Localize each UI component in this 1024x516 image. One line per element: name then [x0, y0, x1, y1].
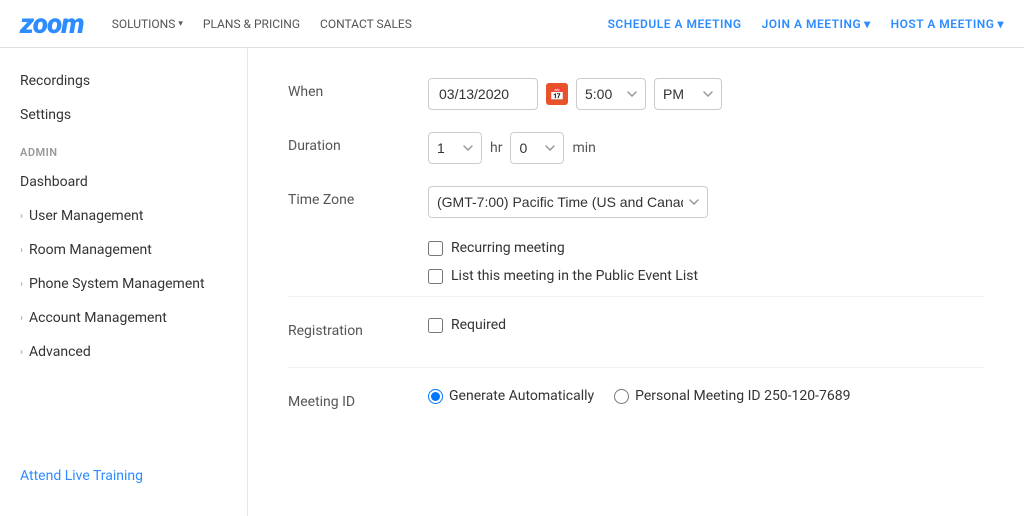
sidebar-bottom: Attend Live Training — [0, 452, 247, 500]
main-content: When 📅 5:00 AM PM Duration 1 hr — [248, 48, 1024, 516]
auto-generate-radio[interactable] — [428, 389, 443, 404]
sidebar-item-account-management[interactable]: › Account Management — [0, 301, 247, 335]
user-mgmt-chevron-icon: › — [20, 211, 23, 222]
schedule-meeting-link[interactable]: SCHEDULE A MEETING — [608, 17, 742, 31]
personal-id-radio[interactable] — [614, 389, 629, 404]
personal-id-label[interactable]: Personal Meeting ID 250-120-7689 — [635, 388, 850, 404]
duration-controls: 1 hr 0 min — [428, 132, 596, 164]
attend-live-training-link[interactable]: Attend Live Training — [20, 468, 143, 484]
required-checkbox[interactable] — [428, 318, 443, 333]
phone-chevron-icon: › — [20, 279, 23, 290]
time-select[interactable]: 5:00 — [576, 78, 646, 110]
recurring-checkbox[interactable] — [428, 241, 443, 256]
host-meeting-link[interactable]: HOST A MEETING ▾ — [891, 17, 1004, 31]
registration-required-row: Required — [428, 317, 506, 333]
recurring-section: Recurring meeting List this meeting in t… — [428, 240, 984, 284]
room-mgmt-chevron-icon: › — [20, 245, 23, 256]
auto-generate-option: Generate Automatically — [428, 388, 594, 404]
personal-id-option: Personal Meeting ID 250-120-7689 — [614, 388, 850, 404]
public-event-checkbox[interactable] — [428, 269, 443, 284]
sidebar-item-user-management[interactable]: › User Management — [0, 199, 247, 233]
account-mgmt-chevron-icon: › — [20, 313, 23, 324]
sidebar-wrapper: Recordings Settings ADMIN Dashboard › Us… — [0, 64, 247, 500]
public-event-row: List this meeting in the Public Event Li… — [428, 268, 984, 284]
duration-min-select[interactable]: 0 — [510, 132, 564, 164]
solutions-arrow-icon: ▾ — [178, 19, 183, 29]
meeting-id-controls: Generate Automatically Personal Meeting … — [428, 388, 851, 404]
sidebar-item-advanced[interactable]: › Advanced — [0, 335, 247, 369]
nav-plans[interactable]: PLANS & PRICING — [203, 17, 300, 31]
public-event-label[interactable]: List this meeting in the Public Event Li… — [451, 268, 698, 284]
nav-links: SOLUTIONS ▾ PLANS & PRICING CONTACT SALE… — [112, 17, 412, 31]
advanced-chevron-icon: › — [20, 347, 23, 358]
registration-label: Registration — [288, 317, 428, 339]
timezone-controls: (GMT-7:00) Pacific Time (US and Canada) — [428, 186, 708, 218]
main-layout: Recordings Settings ADMIN Dashboard › Us… — [0, 48, 1024, 516]
sidebar-item-phone-system[interactable]: › Phone System Management — [0, 267, 247, 301]
zoom-logo[interactable]: zoom — [20, 7, 84, 40]
ampm-select[interactable]: AM PM — [654, 78, 722, 110]
nav-contact[interactable]: CONTACT SALES — [320, 17, 412, 31]
min-unit-label: min — [572, 140, 595, 156]
when-row: When 📅 5:00 AM PM — [288, 78, 984, 110]
registration-row: Registration Required — [288, 317, 984, 345]
host-arrow-icon: ▾ — [997, 17, 1004, 31]
timezone-row: Time Zone (GMT-7:00) Pacific Time (US an… — [288, 186, 984, 218]
hr-unit-label: hr — [490, 140, 502, 156]
calendar-icon[interactable]: 📅 — [546, 83, 568, 105]
timezone-select[interactable]: (GMT-7:00) Pacific Time (US and Canada) — [428, 186, 708, 218]
registration-controls: Required — [428, 317, 506, 345]
timezone-label: Time Zone — [288, 186, 428, 208]
join-arrow-icon: ▾ — [864, 17, 871, 31]
nav-solutions[interactable]: SOLUTIONS ▾ — [112, 17, 183, 31]
sidebar-item-settings[interactable]: Settings — [0, 98, 247, 132]
sidebar-item-dashboard[interactable]: Dashboard — [0, 165, 247, 199]
recurring-row: Recurring meeting — [428, 240, 984, 256]
meeting-id-row: Meeting ID Generate Automatically Person… — [288, 388, 984, 410]
nav-left: zoom SOLUTIONS ▾ PLANS & PRICING CONTACT… — [20, 7, 412, 40]
sidebar: Recordings Settings ADMIN Dashboard › Us… — [0, 48, 248, 516]
sidebar-item-recordings[interactable]: Recordings — [0, 64, 247, 98]
auto-generate-label[interactable]: Generate Automatically — [449, 388, 594, 404]
sidebar-item-room-management[interactable]: › Room Management — [0, 233, 247, 267]
meeting-id-label: Meeting ID — [288, 388, 428, 410]
duration-label: Duration — [288, 132, 428, 154]
divider — [288, 296, 984, 297]
duration-hr-select[interactable]: 1 — [428, 132, 482, 164]
top-navigation: zoom SOLUTIONS ▾ PLANS & PRICING CONTACT… — [0, 0, 1024, 48]
join-meeting-link[interactable]: JOIN A MEETING ▾ — [762, 17, 871, 31]
when-label: When — [288, 78, 428, 100]
divider-2 — [288, 367, 984, 368]
recurring-label[interactable]: Recurring meeting — [451, 240, 565, 256]
when-controls: 📅 5:00 AM PM — [428, 78, 722, 110]
duration-row: Duration 1 hr 0 min — [288, 132, 984, 164]
sidebar-content: Recordings Settings ADMIN Dashboard › Us… — [0, 64, 247, 452]
nav-right: SCHEDULE A MEETING JOIN A MEETING ▾ HOST… — [608, 17, 1004, 31]
admin-section-label: ADMIN — [0, 132, 247, 165]
required-label[interactable]: Required — [451, 317, 506, 333]
meeting-id-radio-group: Generate Automatically Personal Meeting … — [428, 388, 851, 404]
date-input[interactable] — [428, 78, 538, 110]
